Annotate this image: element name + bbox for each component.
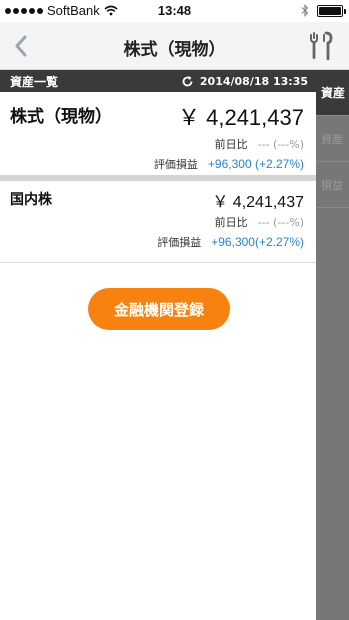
battery-icon	[317, 4, 346, 17]
domestic-name: 国内株	[10, 192, 52, 208]
section-header-right: 2014/08/18 13:35	[181, 75, 308, 88]
side-tab-profit-loss[interactable]: 損益	[316, 162, 349, 208]
domestic-prev-day-row: 前日比 --- (---%)	[215, 214, 304, 230]
summary-gain-row: 評価損益 +96,300 (+2.27%)	[154, 156, 304, 172]
summary-gain-label: 評価損益	[153, 158, 198, 171]
status-time: 13:48	[157, 3, 192, 18]
summary-prev-day-row: 前日比 --- (---%)	[215, 136, 304, 152]
summary-gain-value: +96,300 (+2.27%)	[207, 157, 304, 171]
section-title: 資産一覧	[10, 74, 59, 89]
section-header: 資産一覧 2014/08/18 13:35	[0, 70, 316, 92]
settings-button[interactable]	[307, 30, 335, 62]
tools-icon	[310, 31, 333, 61]
summary-prev-day-label: 前日比	[214, 138, 248, 151]
domestic-gain-label: 評価損益	[157, 236, 202, 249]
register-institution-button[interactable]: 金融機関登録	[88, 288, 230, 330]
status-right	[301, 4, 346, 17]
nav-bar: 株式（現物）	[0, 22, 349, 70]
update-timestamp: 2014/08/18 13:35	[199, 74, 308, 88]
domestic-gain-value: +96,300(+2.27%)	[211, 235, 304, 249]
bluetooth-icon	[301, 4, 309, 17]
refresh-icon[interactable]	[181, 75, 194, 88]
asset-summary[interactable]: 株式（現物） ￥ 4,241,437 前日比 --- (---%) 評価損益 +…	[0, 92, 316, 181]
list-item-domestic-stock[interactable]: 国内株 ￥ 4,241,437 前日比 --- (---%) 評価損益 +96,…	[0, 181, 316, 263]
side-tab-assets[interactable]: 資産	[316, 70, 349, 116]
summary-prev-day-value: --- (---%)	[257, 138, 304, 151]
side-tab-assets-secondary[interactable]: 資産	[316, 116, 349, 162]
side-tab-rail: 資産 資産 損益	[316, 70, 349, 620]
domestic-prev-day-value: --- (---%)	[257, 216, 304, 229]
domestic-gain-row: 評価損益 +96,300(+2.27%)	[157, 234, 304, 250]
main-panel: 資産一覧 2014/08/18 13:35 株式（現物） ￥ 4,241,437…	[0, 70, 316, 620]
domestic-prev-day-label: 前日比	[214, 216, 248, 229]
summary-amount: ￥ 4,241,437	[178, 105, 304, 130]
summary-name: 株式（現物）	[10, 107, 112, 127]
domestic-amount: ￥ 4,241,437	[212, 194, 304, 211]
status-bar: SoftBank 13:48	[0, 0, 349, 22]
page-title: 株式（現物）	[123, 40, 226, 60]
